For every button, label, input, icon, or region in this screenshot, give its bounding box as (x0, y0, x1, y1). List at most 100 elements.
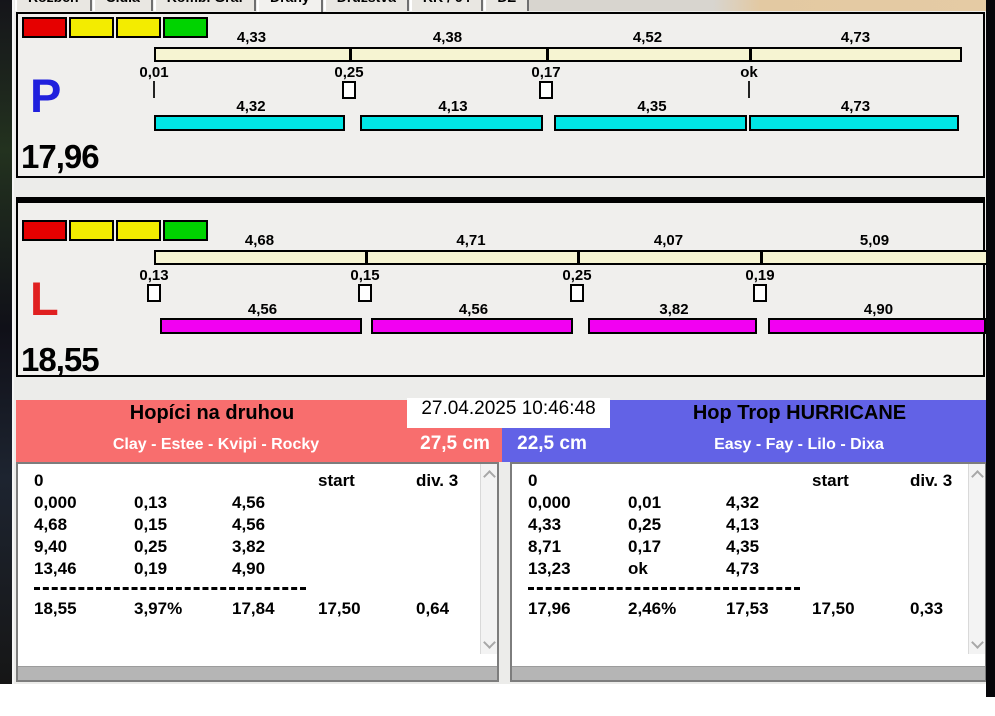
split-row-cell: 0,15 (134, 515, 168, 534)
summary-cell: 3,97% (134, 599, 183, 618)
exchange-box (147, 284, 161, 302)
split-row-cell: ok (628, 559, 648, 578)
split-row-cell: 4,56 (232, 515, 266, 534)
split-row-cell: 3,82 (232, 537, 266, 556)
app-window: RozběhČidlaKombi GrafDráhyDružstvaKK / 6… (12, 0, 986, 684)
scroll-up-icon[interactable] (483, 470, 496, 483)
status-light (22, 220, 67, 241)
run-bar (749, 115, 959, 131)
lane-total-time: 17,96 (21, 138, 100, 175)
split-time-label: 4,33 (236, 29, 267, 46)
scroll-up-icon[interactable] (971, 470, 984, 483)
summary-cell: 17,96 (528, 599, 571, 618)
col-header-div: div. 3 (910, 471, 953, 490)
split-time-label: 4,38 (432, 29, 463, 46)
background-window-left (0, 0, 12, 684)
scroll-down-icon[interactable] (483, 636, 496, 649)
split-row-cell: 8,71 (528, 537, 562, 556)
background-behind-tabs (514, 0, 986, 11)
run-bar (768, 318, 986, 334)
status-light (69, 17, 114, 38)
split-divider (349, 48, 352, 61)
summary-cell: 18,55 (34, 599, 77, 618)
tab-rozb-h[interactable]: Rozběh (15, 0, 92, 11)
summary-cell: 17,84 (232, 599, 275, 618)
vertical-scrollbar[interactable] (968, 464, 985, 654)
col-header-start: start (812, 471, 849, 490)
col-header-first: 0 (34, 471, 44, 490)
summary-cell: 17,50 (318, 599, 361, 618)
exchange-box (358, 284, 372, 302)
split-time-label: 4,73 (840, 29, 871, 46)
split-row-cell: 4,32 (726, 493, 760, 512)
split-row-cell: 0,25 (134, 537, 168, 556)
horizontal-scrollbar[interactable] (18, 666, 497, 680)
split-time-label: 4,71 (456, 232, 486, 249)
lane-letter-P: P (30, 69, 62, 122)
exchange-time-label: 0,25 (334, 64, 364, 81)
summary-cell: 0,33 (910, 599, 944, 618)
run-time-label: 3,82 (659, 301, 689, 318)
exchange-time-label: 0,19 (745, 267, 775, 284)
tab--idla[interactable]: Čidla (92, 0, 153, 11)
split-divider (760, 251, 763, 264)
tab-bar: RozběhČidlaKombi GrafDráhyDružstvaKK / 6… (15, 0, 530, 15)
team-name-right: Hop Trop HURRICANE (692, 402, 907, 424)
col-header-first: 0 (528, 471, 538, 490)
split-time-label: 4,07 (653, 232, 684, 249)
team-members-left: Clay - Estee - Kvipi - Rocky (112, 436, 320, 453)
split-time-label: 5,09 (859, 232, 890, 249)
split-time-label: 4,68 (244, 232, 275, 249)
tab-kombi-graf[interactable]: Kombi Graf (153, 0, 257, 11)
split-row-cell: 0,19 (134, 559, 168, 578)
summary-separator (34, 587, 306, 590)
run-time-label: 4,35 (637, 98, 667, 115)
lane-letter-L: L (30, 272, 59, 325)
split-row-cell: 9,40 (34, 537, 68, 556)
split-row-cell: 4,73 (726, 559, 760, 578)
run-bar (360, 115, 543, 131)
split-row-cell: 4,68 (34, 515, 68, 534)
exchange-time-label: ok (740, 64, 758, 81)
splits-list-left[interactable]: 0 start div. 3 0,000 0,13 4,56 4,68 0,15 4,56 9,4… (16, 462, 499, 682)
split-divider (749, 48, 752, 61)
split-row-cell: 13,46 (34, 559, 77, 578)
status-light (69, 220, 114, 241)
summary-cell: 2,46% (628, 599, 677, 618)
split-row-cell: 0,17 (628, 537, 662, 556)
exchange-time-label: 0,17 (531, 64, 561, 81)
split-row-cell: 0,25 (628, 515, 662, 534)
team-members-right: Easy - Fay - Lilo - Dixa (714, 436, 884, 453)
horizontal-scrollbar[interactable] (512, 666, 985, 680)
split-row-cell: 13,23 (528, 559, 571, 578)
run-time-label: 4,56 (458, 301, 489, 318)
run-bar (371, 318, 573, 334)
lane-panel-P: 4,33 0,01 4,32 4,38 0,25 4,13 4,52 0,17 4,35 4,73… (16, 12, 985, 178)
split-row-cell: 0,000 (34, 493, 77, 512)
run-time-label: 4,13 (438, 98, 468, 115)
split-row-cell: 0,000 (528, 493, 571, 512)
exchange-time-label: 0,01 (139, 64, 169, 81)
exchange-time-label: 0,15 (350, 267, 380, 284)
tab-dru-stva[interactable]: Družstva (323, 0, 409, 11)
vertical-scrollbar[interactable] (480, 464, 497, 654)
tab-dz[interactable]: DZ (484, 0, 529, 11)
jump-height-right: 22,5 cm (517, 433, 587, 454)
scroll-down-icon[interactable] (971, 636, 984, 649)
summary-cell: 17,53 (726, 599, 769, 618)
run-bar (554, 115, 747, 131)
status-light (22, 17, 67, 38)
background-window-right (986, 0, 995, 697)
summary-separator (528, 587, 800, 590)
summary-cell: 17,50 (812, 599, 855, 618)
summary-cell: 0,64 (416, 599, 450, 618)
col-header-start: start (318, 471, 355, 490)
tab-kk-64[interactable]: KK / 64 (409, 0, 484, 11)
split-time-label: 4,52 (632, 29, 663, 46)
splits-list-right[interactable]: 0 start div. 3 0,000 0,01 4,32 4,33 0,25 4,13 8,7… (510, 462, 986, 682)
split-row-cell: 4,90 (232, 559, 266, 578)
run-time-label: 4,90 (863, 301, 894, 318)
split-divider (365, 251, 368, 264)
run-bar (588, 318, 757, 334)
exchange-box (753, 284, 767, 302)
